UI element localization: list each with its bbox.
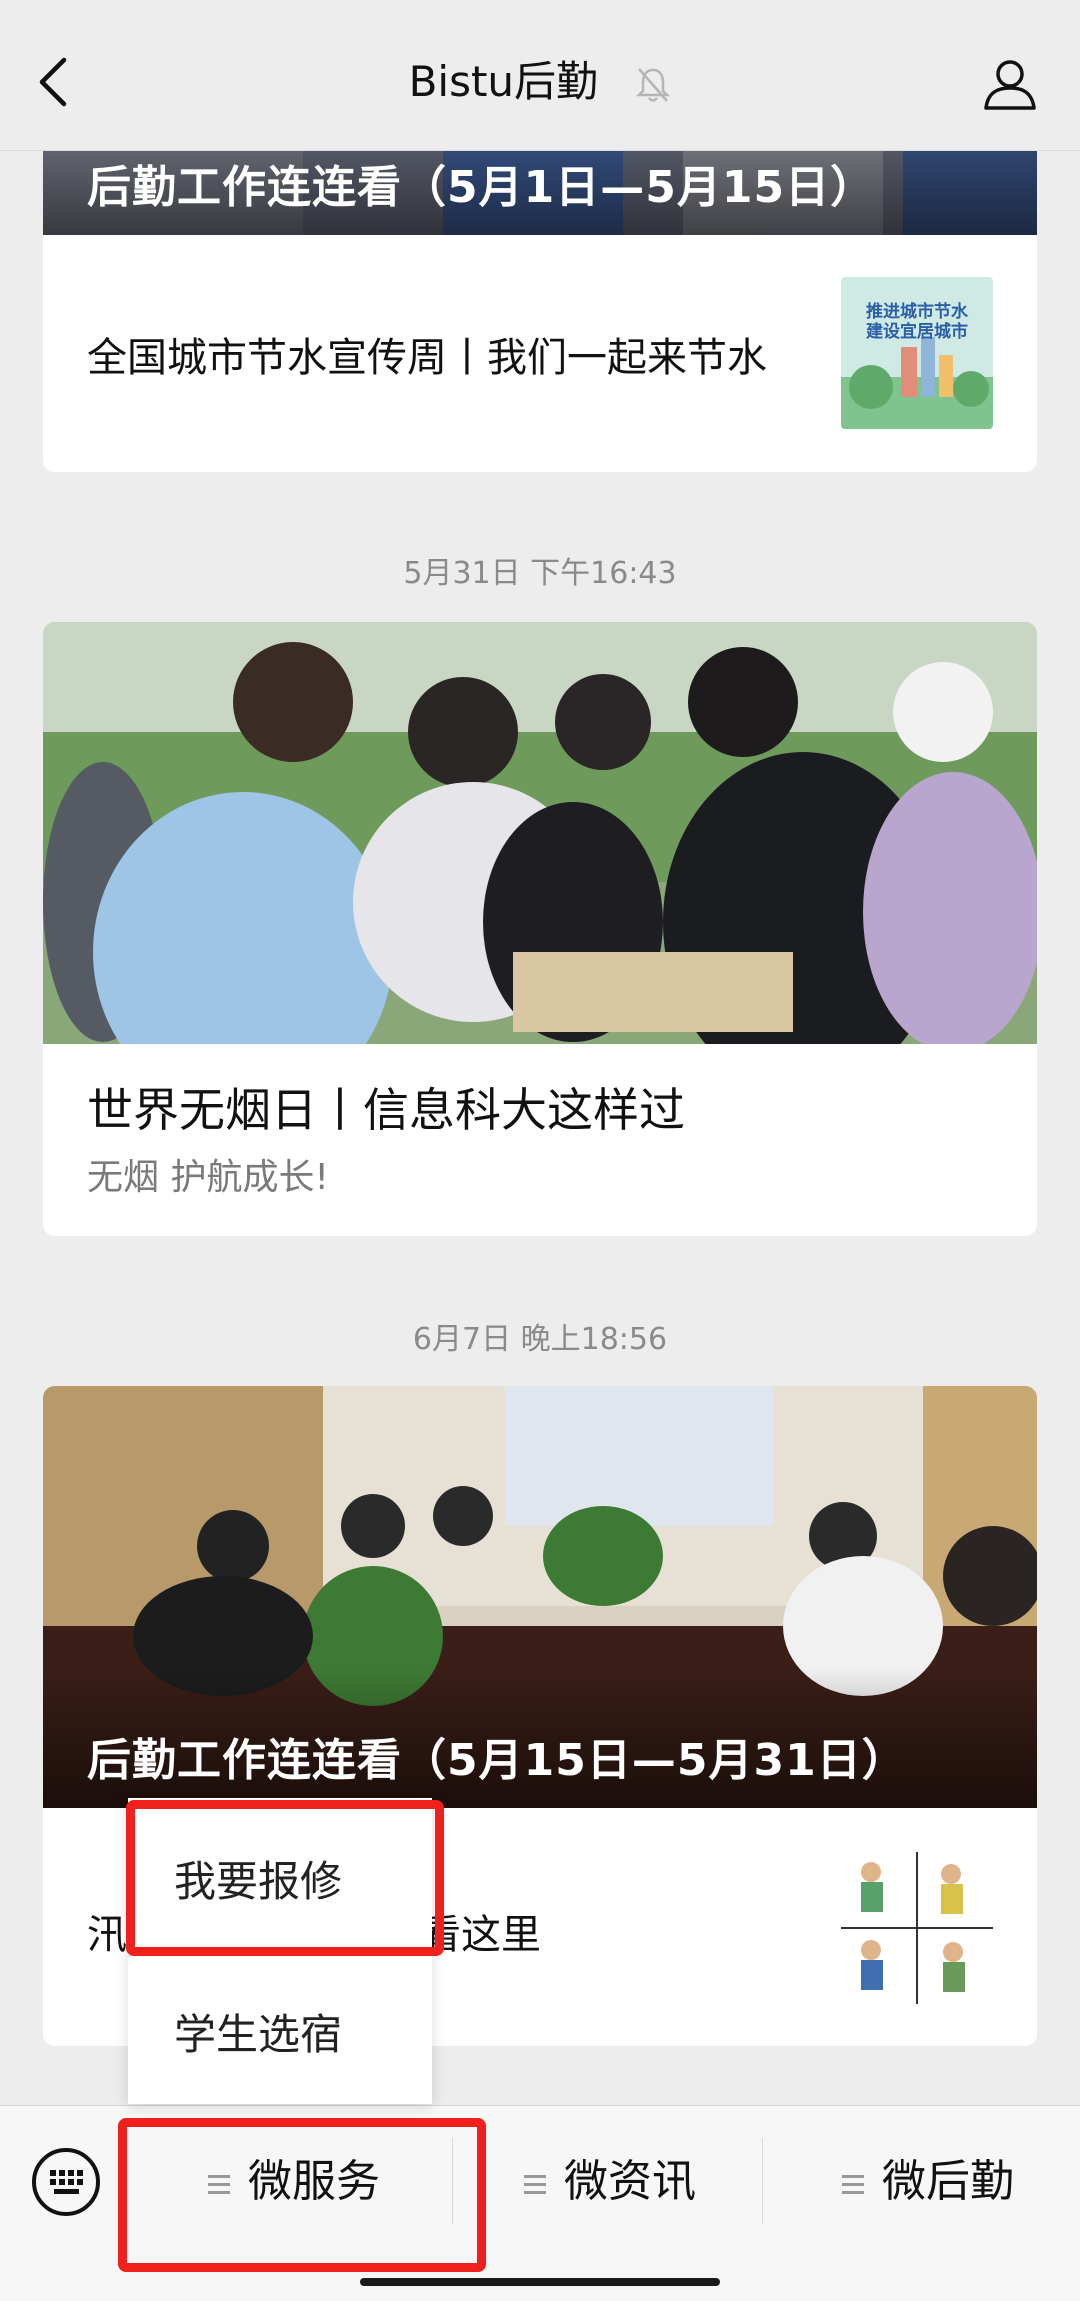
menu-item-label: 学生选宿 — [174, 2010, 343, 2059]
menu-tab-micro-logistics[interactable]: 微后勤 — [842, 2146, 1014, 2218]
article-hero-image[interactable]: 后勤工作连连看（5月15日—5月31日） — [43, 1386, 1037, 1808]
poster-line-1: 推进城市节水 — [866, 301, 969, 322]
menu-lines-icon — [842, 2170, 864, 2199]
menu-tab-micro-news[interactable]: 微资讯 — [524, 2146, 696, 2218]
menu-lines-icon — [524, 2170, 546, 2199]
water-poster-image: 推进城市节水 建设宜居城市 — [841, 277, 993, 429]
comic-thumbnail-image — [841, 1852, 993, 2004]
article-card-no-smoking[interactable]: 世界无烟日丨信息科大这样过 无烟 护航成长! — [43, 622, 1037, 1236]
article-row-title: 全国城市节水宣传周丨我们一起来节水 — [87, 335, 767, 381]
highlight-repair — [126, 1800, 444, 1956]
menu-item-dorm-selection[interactable]: 学生选宿 — [128, 1951, 432, 2103]
profile-icon[interactable] — [980, 54, 1040, 114]
article-hero-title: 后勤工作连连看（5月1日—5月15日） — [87, 162, 876, 213]
menu-divider — [762, 2138, 763, 2224]
chat-header: Bistu后勤 — [0, 0, 1080, 151]
article-thumbnail — [841, 1852, 993, 2004]
article-description: 无烟 护航成长! — [87, 1157, 329, 1198]
article-hero-title: 后勤工作连连看（5月15日—5月31日） — [87, 1735, 907, 1786]
home-indicator[interactable] — [360, 2278, 720, 2286]
article-hero-image[interactable] — [43, 622, 1037, 1044]
mute-bell-icon — [636, 67, 671, 102]
keyboard-icon[interactable] — [30, 2146, 102, 2218]
article-title: 世界无烟日丨信息科大这样过 — [87, 1083, 685, 1137]
article-feed: 后勤工作连连看（5月1日—5月15日） 全国城市节水宣传周丨我们一起来节水 推进… — [0, 0, 1080, 2105]
article-row[interactable]: 全国城市节水宣传周丨我们一起来节水 推进城市节水 建设宜居城市 — [43, 235, 1037, 471]
menu-tab-label: 微资讯 — [564, 2156, 696, 2207]
message-timestamp: 5月31日 下午16:43 — [403, 556, 677, 591]
menu-tab-label: 微后勤 — [882, 2156, 1014, 2207]
hero-photo — [43, 622, 1037, 1044]
poster-line-2: 建设宜居城市 — [866, 321, 968, 342]
header-title-wrap: Bistu后勤 — [0, 52, 1080, 112]
page-title: Bistu后勤 — [408, 57, 599, 106]
article-thumbnail: 推进城市节水 建设宜居城市 — [841, 277, 993, 429]
message-timestamp: 6月7日 晚上18:56 — [412, 1322, 668, 1357]
article-row-title-start: 汛 — [87, 1912, 127, 1958]
highlight-service-tab — [118, 2118, 486, 2272]
